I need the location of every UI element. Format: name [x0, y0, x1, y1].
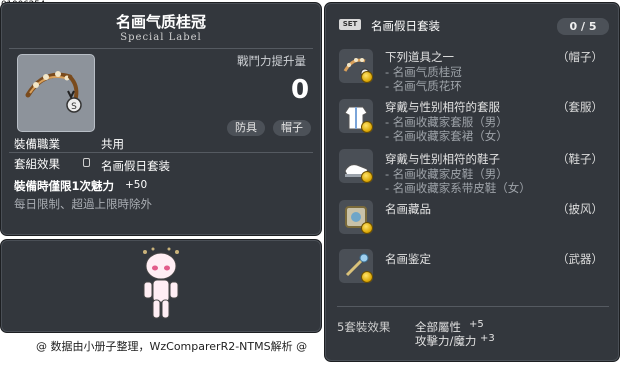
set-effects-panel: SET 名画假日套装 0 / 5 下列道具之一 （帽子） - 名画气质桂冠 - …: [324, 2, 620, 362]
set-row-category: （披风）: [557, 202, 603, 216]
job-label: 裝備職業: [14, 137, 60, 151]
set-effect-count-label: 5套裝效果: [337, 320, 391, 334]
set-row-category: （武器）: [557, 252, 603, 266]
item-subtitle: Special Label: [120, 32, 202, 43]
set-row-sub: - 名画收藏家套服（男）: [385, 115, 508, 129]
item-tooltip-panel: 名画气质桂冠 Special Label S 戰鬥力提升量 0 防具 帽子 裝備…: [0, 2, 322, 236]
set-row-name: 名画鉴定: [385, 252, 431, 266]
effect-value: +3: [480, 333, 495, 344]
avatar-figure: [143, 247, 179, 319]
set-effect-label: 套組效果: [14, 157, 60, 171]
set-row-name: 下列道具之一: [385, 50, 454, 64]
set-row-name: 穿戴与性别相符的鞋子: [385, 152, 500, 166]
svg-text:S: S: [71, 102, 77, 112]
set-effects-divider: [337, 306, 609, 307]
set-row-name: 名画藏品: [385, 202, 431, 216]
badge-hat: 帽子: [273, 120, 311, 136]
set-row-category: （帽子）: [557, 50, 603, 64]
set-row-category: （套服）: [557, 100, 603, 114]
charm-label: 裝備時僅限1次魅力: [14, 179, 115, 193]
job-divider: [9, 152, 313, 153]
set-effect-value: 名画假日套装: [101, 159, 170, 173]
badge-armor: 防具: [227, 120, 265, 136]
set-row-sub: - 名画收藏家套裙（女）: [385, 129, 508, 143]
power-label: 戰鬥力提升量: [237, 54, 306, 68]
item-icon-frame: S: [17, 54, 95, 132]
item-name: 名画气质桂冠: [115, 13, 206, 31]
title-divider: [9, 48, 313, 49]
power-value: 0: [291, 75, 310, 105]
set-badge: SET: [339, 19, 361, 30]
laurel-crown-icon: S: [25, 71, 82, 113]
coin-icon: [361, 222, 373, 234]
coin-icon: [361, 171, 373, 183]
coin-icon: [361, 121, 373, 133]
avatar-preview-panel: [0, 239, 322, 333]
coin-icon: [361, 271, 373, 283]
set-count: 0 / 5: [557, 18, 609, 35]
set-row-sub: - 名画气质花环: [385, 79, 462, 93]
set-row-sub: - 名画收藏家皮鞋（男）: [385, 167, 508, 181]
set-row-sub: - 名画收藏家系带皮鞋（女）: [385, 181, 531, 195]
job-value: 共用: [101, 137, 124, 151]
set-row-name: 穿戴与性别相符的套服: [385, 100, 500, 114]
effect-value: +5: [469, 319, 484, 330]
lock-icon: [83, 158, 90, 167]
coin-icon: [361, 71, 373, 83]
set-title: 名画假日套装: [371, 19, 440, 33]
set-row-category: （鞋子）: [557, 152, 603, 166]
charm-value: +50: [125, 179, 148, 191]
limit-text: 每日限制、超過上限時除外: [14, 197, 152, 211]
footer-credit: @ 数据由小册子整理，WzComparerR2-NTMS解析 @: [36, 340, 308, 353]
effect-stat: 攻擊力/魔力: [415, 334, 477, 348]
set-row-sub: - 名画气质桂冠: [385, 65, 462, 79]
